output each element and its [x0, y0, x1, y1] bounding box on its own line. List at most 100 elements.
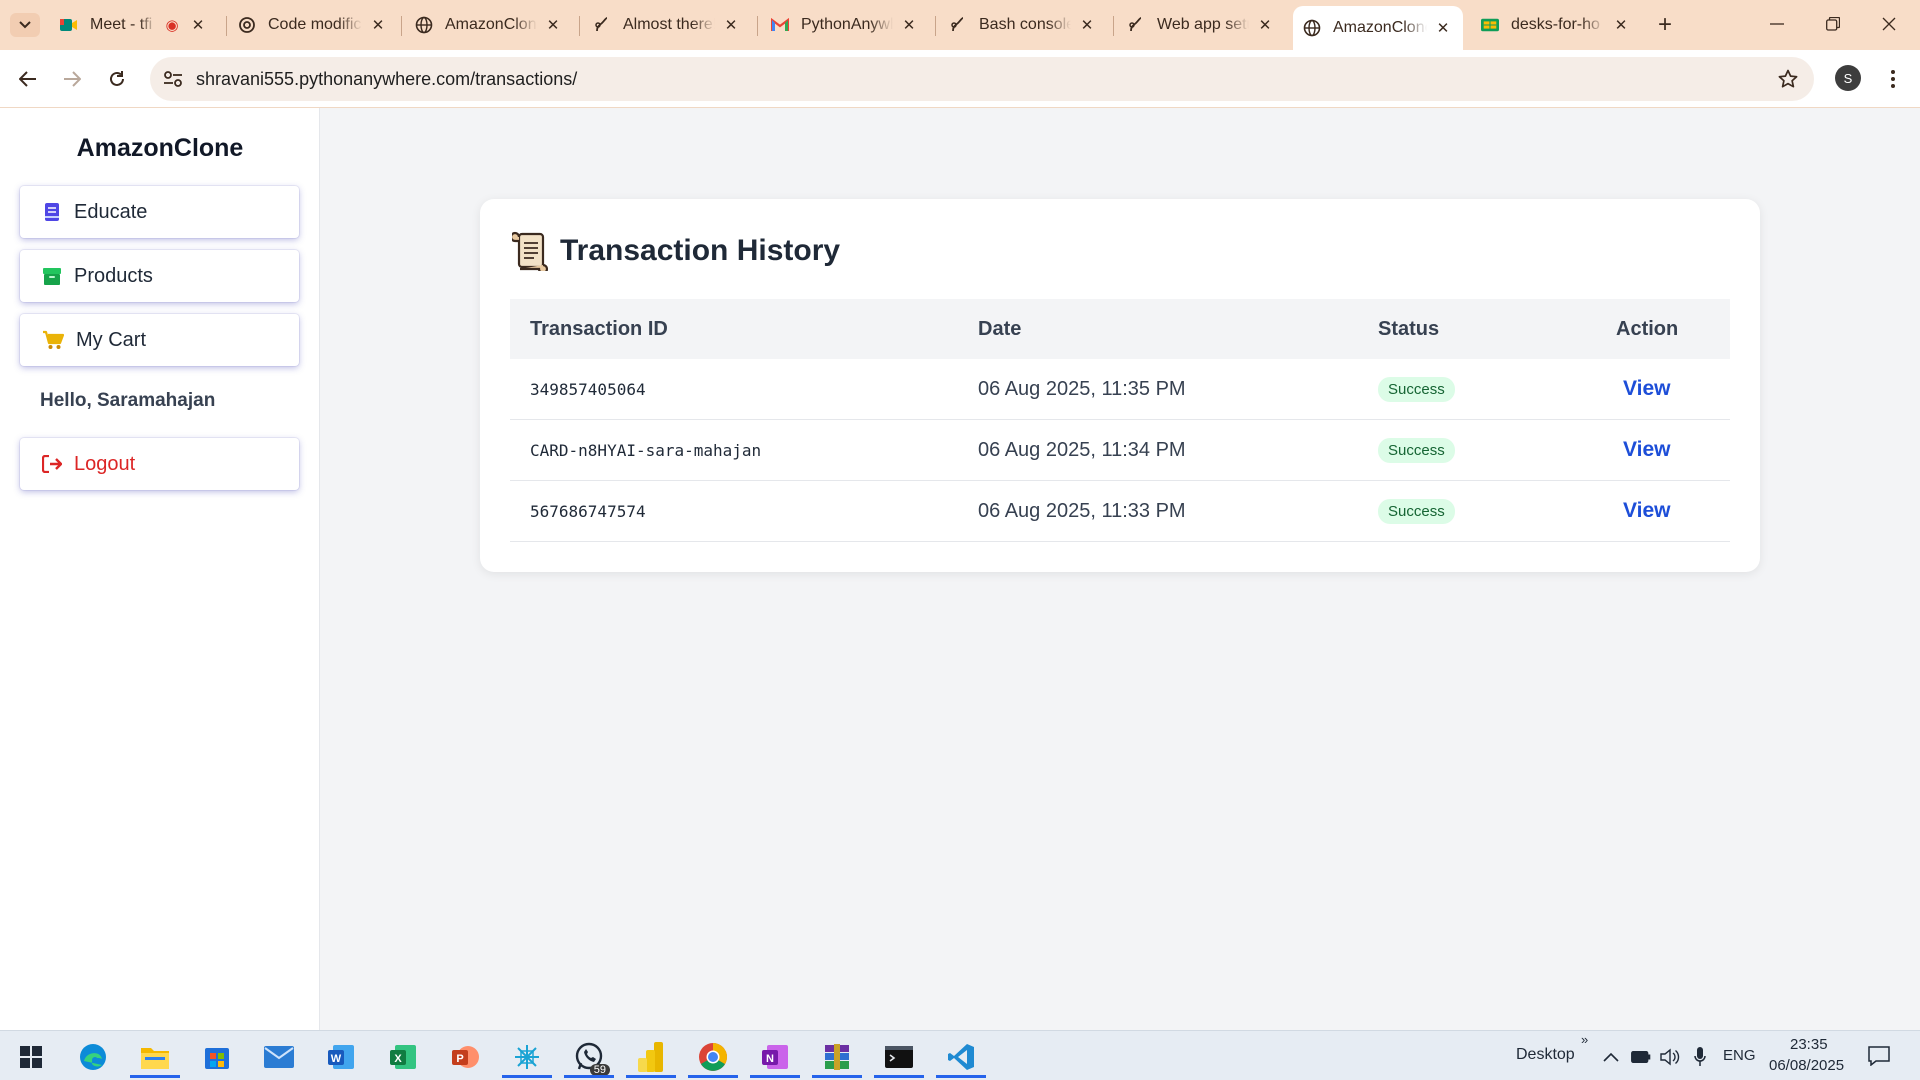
tab-bash-console[interactable]: Bash console ✕ — [939, 6, 1107, 44]
shopping-cart-icon — [42, 330, 64, 350]
taskbar-edge[interactable] — [68, 1036, 118, 1078]
pythonanywhere-icon — [1127, 16, 1145, 34]
close-icon[interactable]: ✕ — [1077, 15, 1097, 35]
tab-search-button[interactable] — [10, 13, 40, 37]
taskbar-snipping-tool[interactable] — [502, 1036, 552, 1078]
view-link[interactable]: View — [1623, 438, 1670, 462]
running-indicator — [750, 1075, 800, 1078]
browser-menu-button[interactable] — [1880, 64, 1906, 94]
battery-icon[interactable] — [1631, 1047, 1651, 1067]
view-link[interactable]: View — [1623, 377, 1670, 401]
bookmark-star-icon[interactable] — [1776, 67, 1800, 91]
taskbar-onenote[interactable]: N — [750, 1036, 800, 1078]
view-link[interactable]: View — [1623, 499, 1670, 523]
url-text[interactable]: shravani555.pythonanywhere.com/transacti… — [196, 69, 577, 90]
column-header-date: Date — [978, 318, 1022, 340]
browser-toolbar: shravani555.pythonanywhere.com/transacti… — [0, 50, 1920, 108]
close-icon[interactable]: ✕ — [368, 15, 388, 35]
restore-icon — [1826, 17, 1840, 31]
close-icon[interactable]: ✕ — [899, 15, 919, 35]
desktop-label[interactable]: Desktop — [1516, 1046, 1575, 1064]
close-icon[interactable]: ✕ — [1611, 15, 1631, 35]
taskbar-vscode[interactable] — [936, 1036, 986, 1078]
close-icon[interactable]: ✕ — [721, 15, 741, 35]
tab-amazonclone-1[interactable]: AmazonClone ✕ — [405, 6, 573, 44]
profile-avatar[interactable]: S — [1835, 65, 1861, 91]
close-icon[interactable]: ✕ — [1433, 18, 1453, 38]
terminal-icon — [885, 1046, 913, 1068]
reload-button[interactable] — [101, 63, 133, 95]
close-icon[interactable]: ✕ — [188, 15, 208, 35]
taskbar-winrar[interactable] — [812, 1036, 862, 1078]
sidebar: AmazonClone Educate Products My Cart Hel… — [0, 108, 320, 1030]
column-header-action: Action — [1616, 318, 1679, 340]
tab-divider — [1113, 16, 1114, 36]
address-bar[interactable]: shravani555.pythonanywhere.com/transacti… — [150, 57, 1814, 101]
forward-button[interactable] — [56, 63, 88, 95]
onenote-icon: N — [762, 1045, 788, 1069]
brand-logo-text[interactable]: AmazonClone — [0, 134, 320, 163]
plus-icon: + — [1657, 11, 1672, 38]
running-indicator — [502, 1075, 552, 1078]
sidebar-item-my-cart[interactable]: My Cart — [20, 314, 299, 366]
chevron-right-icon[interactable]: » — [1581, 1032, 1588, 1047]
taskbar-chrome[interactable] — [688, 1036, 738, 1078]
tab-pythonanywhere[interactable]: PythonAnywh ✕ — [761, 6, 929, 44]
gmail-icon — [771, 16, 789, 34]
clock-date[interactable]: 06/08/2025 — [1769, 1057, 1844, 1074]
taskbar-terminal[interactable] — [874, 1036, 924, 1078]
taskbar: W X P 59 N Desktop » ENG 23:35 06/08/202… — [0, 1030, 1920, 1080]
status-badge: Success — [1378, 438, 1455, 463]
page-title: Transaction History — [512, 231, 840, 271]
close-icon[interactable]: ✕ — [543, 15, 563, 35]
restore-button[interactable] — [1810, 8, 1856, 40]
tab-divider — [757, 16, 758, 36]
new-tab-button[interactable]: + — [1652, 11, 1678, 38]
taskbar-powerpoint[interactable]: P — [440, 1036, 490, 1078]
notifications-icon[interactable] — [1868, 1045, 1890, 1067]
running-indicator — [812, 1075, 862, 1078]
taskbar-whatsapp[interactable]: 59 — [564, 1036, 614, 1078]
language-indicator[interactable]: ENG — [1723, 1047, 1756, 1064]
back-button[interactable] — [12, 63, 44, 95]
clock-time[interactable]: 23:35 — [1790, 1036, 1828, 1053]
site-settings-icon[interactable] — [162, 68, 184, 90]
close-window-button[interactable] — [1866, 8, 1912, 40]
start-button[interactable] — [6, 1036, 56, 1078]
tab-almost-there[interactable]: Almost there! ✕ — [583, 6, 751, 44]
mail-icon — [264, 1046, 294, 1068]
tab-label: Meet - tfi — [90, 16, 153, 33]
tab-amazonclone-active[interactable]: AmazonClone ✕ — [1293, 6, 1463, 50]
recording-icon: ◉ — [165, 17, 179, 34]
archive-icon — [825, 1044, 849, 1070]
taskbar-mail[interactable] — [254, 1036, 304, 1078]
transaction-id: 567686747574 — [530, 502, 646, 521]
running-indicator — [626, 1075, 676, 1078]
logout-button[interactable]: Logout — [20, 438, 299, 490]
show-hidden-icons-icon[interactable] — [1601, 1047, 1621, 1067]
svg-text:X: X — [394, 1053, 402, 1065]
table-header: Transaction ID Date Status Action — [510, 299, 1730, 359]
sidebar-item-products[interactable]: Products — [20, 250, 299, 302]
chatgpt-icon — [238, 16, 256, 34]
taskbar-excel[interactable]: X — [378, 1036, 428, 1078]
close-icon[interactable]: ✕ — [1255, 15, 1275, 35]
transaction-date: 06 Aug 2025, 11:35 PM — [978, 378, 1186, 400]
arrow-left-icon — [19, 71, 36, 87]
minimize-button[interactable] — [1754, 8, 1800, 40]
powerpoint-icon: P — [452, 1046, 479, 1068]
windows-logo-icon — [20, 1046, 42, 1068]
taskbar-word[interactable]: W — [316, 1036, 366, 1078]
taskbar-store[interactable] — [192, 1036, 242, 1078]
tab-code-modific[interactable]: Code modific ✕ — [228, 6, 398, 44]
tab-meet[interactable]: Meet - tfi ◉ ✕ — [50, 6, 218, 44]
google-meet-icon — [60, 16, 78, 34]
volume-icon[interactable] — [1660, 1047, 1680, 1067]
tab-desks-for-home[interactable]: desks-for-ho ✕ — [1471, 6, 1641, 44]
taskbar-power-bi[interactable] — [626, 1036, 676, 1078]
tab-web-app-setup[interactable]: Web app setu ✕ — [1117, 6, 1285, 44]
sidebar-item-educate[interactable]: Educate — [20, 186, 299, 238]
microphone-icon[interactable] — [1690, 1047, 1710, 1067]
transaction-history-card: Transaction History Transaction ID Date … — [480, 199, 1760, 572]
taskbar-file-explorer[interactable] — [130, 1036, 180, 1078]
